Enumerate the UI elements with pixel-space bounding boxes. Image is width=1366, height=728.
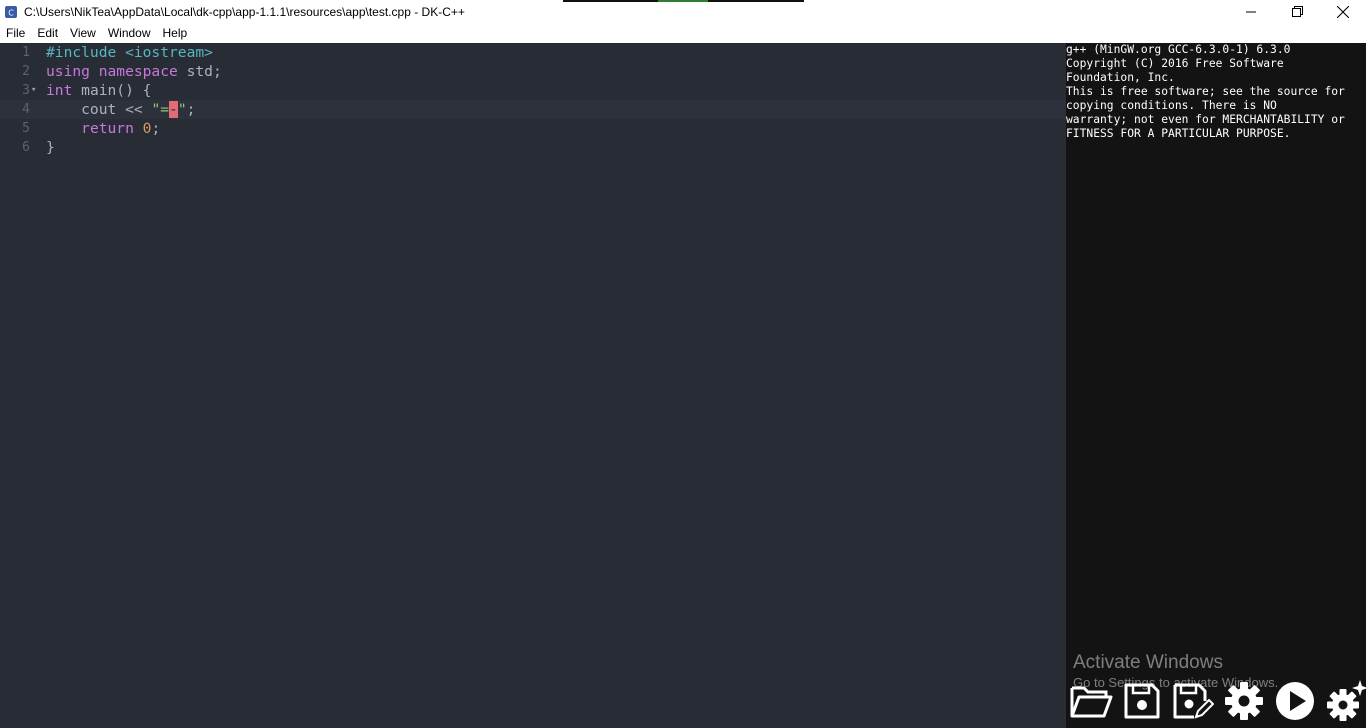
code-token: std; — [186, 63, 222, 80]
code-text: using namespace std; — [46, 62, 222, 81]
console-line: copying conditions. There is NO — [1066, 99, 1277, 112]
code-line[interactable]: 2 using namespace std; — [0, 62, 1066, 81]
toolbar — [1068, 678, 1366, 724]
minimize-button[interactable] — [1228, 0, 1274, 23]
open-file-button[interactable] — [1068, 678, 1113, 724]
close-button[interactable] — [1320, 0, 1366, 23]
menu-file[interactable]: File — [0, 23, 31, 43]
menu-help[interactable]: Help — [157, 23, 194, 43]
title-strip-accent — [658, 0, 708, 2]
code-token: "= — [151, 101, 170, 118]
code-token: namespace — [98, 63, 187, 80]
title-bar: C C:\Users\NikTea\AppData\Local\dk-cpp\a… — [0, 0, 1366, 23]
save-button[interactable] — [1119, 678, 1164, 724]
code-line[interactable]: 6} — [0, 138, 1066, 157]
minimize-icon — [1246, 11, 1256, 12]
line-number: 3 — [22, 83, 30, 98]
code-token: " — [177, 101, 187, 118]
restore-icon — [1291, 6, 1303, 17]
code-token: ; — [151, 120, 161, 137]
line-number: 2 — [22, 64, 30, 79]
line-number: 6 — [22, 140, 30, 155]
open-folder-icon — [1070, 686, 1112, 718]
code-editor[interactable]: 1 #include <iostream> 2 using namespace std… — [0, 43, 1066, 728]
menu-bar: File Edit View Window Help — [0, 23, 1366, 44]
code-line[interactable]: 1 #include <iostream> — [0, 43, 1066, 62]
compile-settings-icon — [1224, 682, 1263, 720]
code-token: ; — [186, 101, 196, 118]
code-token: using — [46, 63, 99, 80]
console-line: g++ (MinGW.org GCC-6.3.0-1) 6.3.0 — [1066, 43, 1291, 56]
code-line[interactable]: 4 cout << "=-"; — [0, 100, 1066, 119]
save-as-button[interactable] — [1170, 678, 1215, 724]
code-line[interactable]: 3 ▾ int main() { — [0, 81, 1066, 100]
save-as-icon — [1173, 683, 1214, 719]
text-cursor: - — [169, 101, 178, 118]
save-icon — [1124, 683, 1159, 719]
restore-button[interactable] — [1274, 0, 1320, 23]
fold-arrow-icon[interactable]: ▾ — [31, 81, 41, 100]
code-text: return 0; — [46, 119, 160, 138]
line-number: 5 — [22, 121, 30, 136]
console-line: Foundation, Inc. — [1066, 71, 1175, 84]
code-token: main() { — [81, 82, 152, 99]
compile-settings-button[interactable] — [1221, 678, 1266, 724]
console-line: FITNESS FOR A PARTICULAR PURPOSE. — [1066, 127, 1291, 140]
menu-window[interactable]: Window — [102, 23, 157, 43]
settings-button[interactable] — [1323, 678, 1366, 724]
window-title: C:\Users\NikTea\AppData\Local\dk-cpp\app… — [24, 4, 465, 19]
code-token: cout << — [46, 101, 152, 118]
run-button[interactable] — [1272, 678, 1317, 724]
menu-edit[interactable]: Edit — [31, 23, 64, 43]
console-line: warranty; not even for MERCHANTABILITY o… — [1066, 113, 1345, 126]
code-text: #include <iostream> — [46, 43, 213, 62]
close-icon — [1337, 5, 1349, 18]
console-line: Copyright (C) 2016 Free Software — [1066, 57, 1284, 70]
code-token: return — [81, 120, 143, 137]
code-text: cout << "=-"; — [46, 100, 195, 119]
code-text: } — [46, 138, 55, 157]
code-token: #include — [46, 44, 126, 61]
code-token: } — [46, 139, 55, 156]
app-icon: C — [4, 5, 18, 19]
menu-view[interactable]: View — [64, 23, 102, 43]
window-controls — [1228, 0, 1366, 23]
watermark-title: Activate Windows — [1073, 652, 1223, 673]
svg-text:C: C — [8, 8, 14, 17]
code-token: int — [46, 82, 82, 99]
code-line[interactable]: 5 return 0; — [0, 119, 1066, 138]
line-number: 4 — [22, 102, 30, 117]
code-token: <iostream> — [125, 44, 213, 61]
console-line: This is free software; see the source fo… — [1066, 85, 1345, 98]
code-text: int main() { — [46, 81, 151, 100]
settings-icon — [1326, 680, 1366, 721]
run-icon — [1275, 682, 1314, 720]
console-output: g++ (MinGW.org GCC-6.3.0-1) 6.3.0 Copyrig… — [1066, 43, 1366, 728]
line-number: 1 — [22, 45, 30, 60]
